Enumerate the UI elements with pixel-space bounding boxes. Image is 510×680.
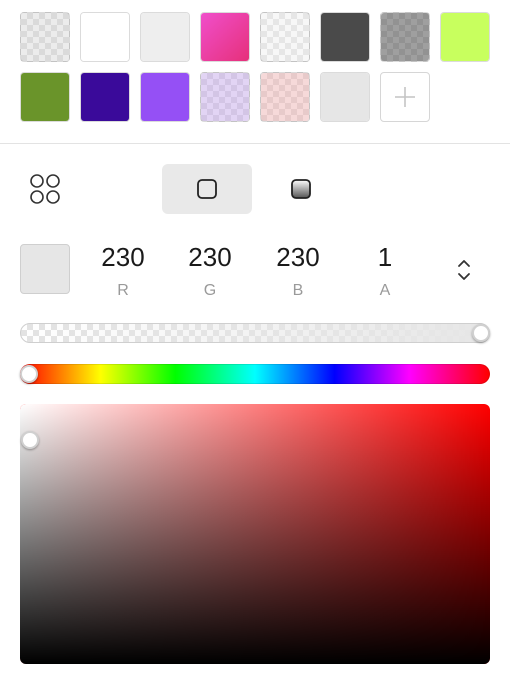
hue-slider-track[interactable] [20,364,490,384]
red-value[interactable]: 230 [88,240,158,274]
red-label: R [117,282,129,299]
alpha-value[interactable]: 1 [350,240,420,274]
swatch-olive-green[interactable] [20,72,70,122]
swatch-lime[interactable] [440,12,490,62]
swatch-very-light-gray[interactable] [320,72,370,122]
solid-square-icon [197,179,217,199]
swatch-transparent-dark[interactable] [380,12,430,62]
solid-fill-button[interactable] [162,164,252,214]
alpha-slider-track[interactable] [20,323,490,343]
hue-slider-thumb[interactable] [20,365,38,383]
green-value[interactable]: 230 [175,240,245,274]
color-palette [20,12,490,122]
green-label: G [203,282,217,299]
chevron-up-down-icon [458,260,470,280]
swatch-pink[interactable] [200,12,250,62]
swatch-transparent-rose[interactable] [260,72,310,122]
swatch-white[interactable] [80,12,130,62]
color-format-toggle[interactable] [452,256,476,284]
swatches-view-button[interactable] [20,164,70,214]
saturation-brightness-area[interactable] [20,404,490,664]
channel-green[interactable]: 230 G [175,240,245,300]
swatch-dark-gray[interactable] [320,12,370,62]
channel-red[interactable]: 230 R [88,240,158,300]
grid-circles-icon [30,174,60,204]
swatch-light-gray[interactable] [140,12,190,62]
add-swatch-button[interactable] [380,72,430,122]
gradient-fill-button[interactable] [256,164,346,214]
section-divider [0,143,510,144]
channel-alpha[interactable]: 1 A [350,240,420,300]
swatch-transparent-lavender[interactable] [200,72,250,122]
alpha-label: A [379,282,391,299]
swatch-transparent-gray[interactable] [20,12,70,62]
gradient-square-icon [291,179,311,199]
swatch-transparent-light[interactable] [260,12,310,62]
current-color-swatch[interactable] [20,244,70,294]
alpha-slider-thumb[interactable] [472,324,490,342]
swatch-violet[interactable] [140,72,190,122]
blue-value[interactable]: 230 [263,240,333,274]
swatch-indigo[interactable] [80,72,130,122]
channel-blue[interactable]: 230 B [263,240,333,300]
saturation-brightness-thumb[interactable] [21,431,39,449]
plus-icon [395,87,415,107]
blue-label: B [292,282,304,299]
